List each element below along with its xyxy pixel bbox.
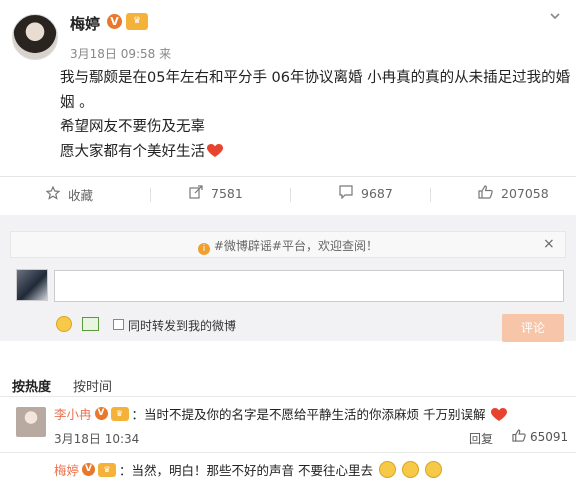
comment-like-count: 65091 <box>530 430 569 444</box>
verified-badge: V <box>94 407 108 420</box>
comment-icon <box>339 185 353 202</box>
comment-button[interactable]: 9687 <box>339 185 393 202</box>
like-button[interactable]: 207058 <box>478 185 549 202</box>
repost-checkbox-label[interactable]: 同时转发到我的微博 <box>128 317 236 334</box>
post-text-line-1: 我与鄢颇是在05年左右和平分手 06年协议离婚 小冉真的真的从未插足过我的婚 <box>60 70 571 86</box>
author-name[interactable]: 梅婷 <box>70 13 100 34</box>
thumbs-up-icon <box>512 429 526 445</box>
author-avatar[interactable] <box>12 14 58 60</box>
divider <box>150 188 151 202</box>
member-level-badge: ♛ <box>126 13 148 30</box>
rumor-notice-label: #微博辟谣#平台，欢迎查阅！ <box>213 239 378 253</box>
repost-checkbox[interactable] <box>113 319 124 330</box>
chevron-down-icon[interactable] <box>549 10 561 26</box>
image-icon[interactable] <box>82 317 99 331</box>
favorite-button[interactable]: 收藏 <box>45 185 94 204</box>
verified-badge: V <box>82 463 96 476</box>
verified-badge: V <box>107 14 122 29</box>
comment-text: ：当然，明白！那些不好的声音 不要往心里去 <box>119 463 373 478</box>
favorite-label: 收藏 <box>68 188 94 203</box>
heart-icon <box>490 407 507 421</box>
tab-sort-time[interactable]: 按时间 <box>73 376 112 395</box>
repost-icon <box>189 185 203 202</box>
divider <box>0 396 576 397</box>
tab-sort-hot[interactable]: 按热度 <box>12 376 51 395</box>
post-timestamp[interactable]: 3月18日 09:58 来 <box>70 45 171 62</box>
star-icon <box>45 185 61 203</box>
close-icon[interactable]: × <box>543 236 555 252</box>
like-count: 207058 <box>501 186 549 201</box>
commenter-name[interactable]: 李小冉 <box>54 404 92 423</box>
comment-timestamp: 3月18日 10:34 <box>54 432 140 446</box>
rumor-notice-text[interactable]: i #微博辟谣#平台，欢迎查阅！ <box>0 237 576 255</box>
smile-emoji-icon <box>425 461 442 478</box>
info-icon: i <box>198 243 211 255</box>
emoji-icon[interactable] <box>56 316 72 332</box>
post-text-line-2: 姻 。 <box>60 95 94 111</box>
user-avatar[interactable] <box>16 269 48 301</box>
member-level-badge: ♛ <box>110 406 129 421</box>
commenter-name[interactable]: 梅婷 <box>54 460 79 479</box>
thumbs-up-icon <box>478 185 493 202</box>
smile-emoji-icon <box>379 461 396 478</box>
comment-item: 李小冉 V ♛ ：当时不提及你的名字是不愿给平静生活的你添麻烦 千万别误解 <box>54 404 507 423</box>
repost-button[interactable]: 7581 <box>189 185 243 202</box>
divider <box>0 452 576 453</box>
comment-like-button[interactable]: 65091 <box>512 429 568 445</box>
divider <box>430 188 431 202</box>
member-level-badge: ♛ <box>98 462 117 477</box>
repost-count: 7581 <box>211 186 243 201</box>
comment-input[interactable] <box>54 270 564 302</box>
reply-button[interactable]: 回复 <box>469 430 493 447</box>
comment-count: 9687 <box>361 186 393 201</box>
send-comment-button[interactable]: 评论 <box>502 314 564 342</box>
smile-emoji-icon <box>402 461 419 478</box>
comment-avatar[interactable] <box>16 407 46 437</box>
post-text-line-4-text: 愿大家都有个美好生活 <box>60 144 205 160</box>
comment-text: ：当时不提及你的名字是不愿给平静生活的你添麻烦 千万别误解 <box>131 407 486 422</box>
heart-icon <box>207 143 223 157</box>
divider <box>290 188 291 202</box>
post-text-line-3: 希望网友不要伤及无辜 <box>60 119 205 135</box>
post-text-line-4: 愿大家都有个美好生活 <box>60 141 223 164</box>
comment-item: 梅婷 V ♛ ：当然，明白！那些不好的声音 不要往心里去 <box>54 460 442 479</box>
